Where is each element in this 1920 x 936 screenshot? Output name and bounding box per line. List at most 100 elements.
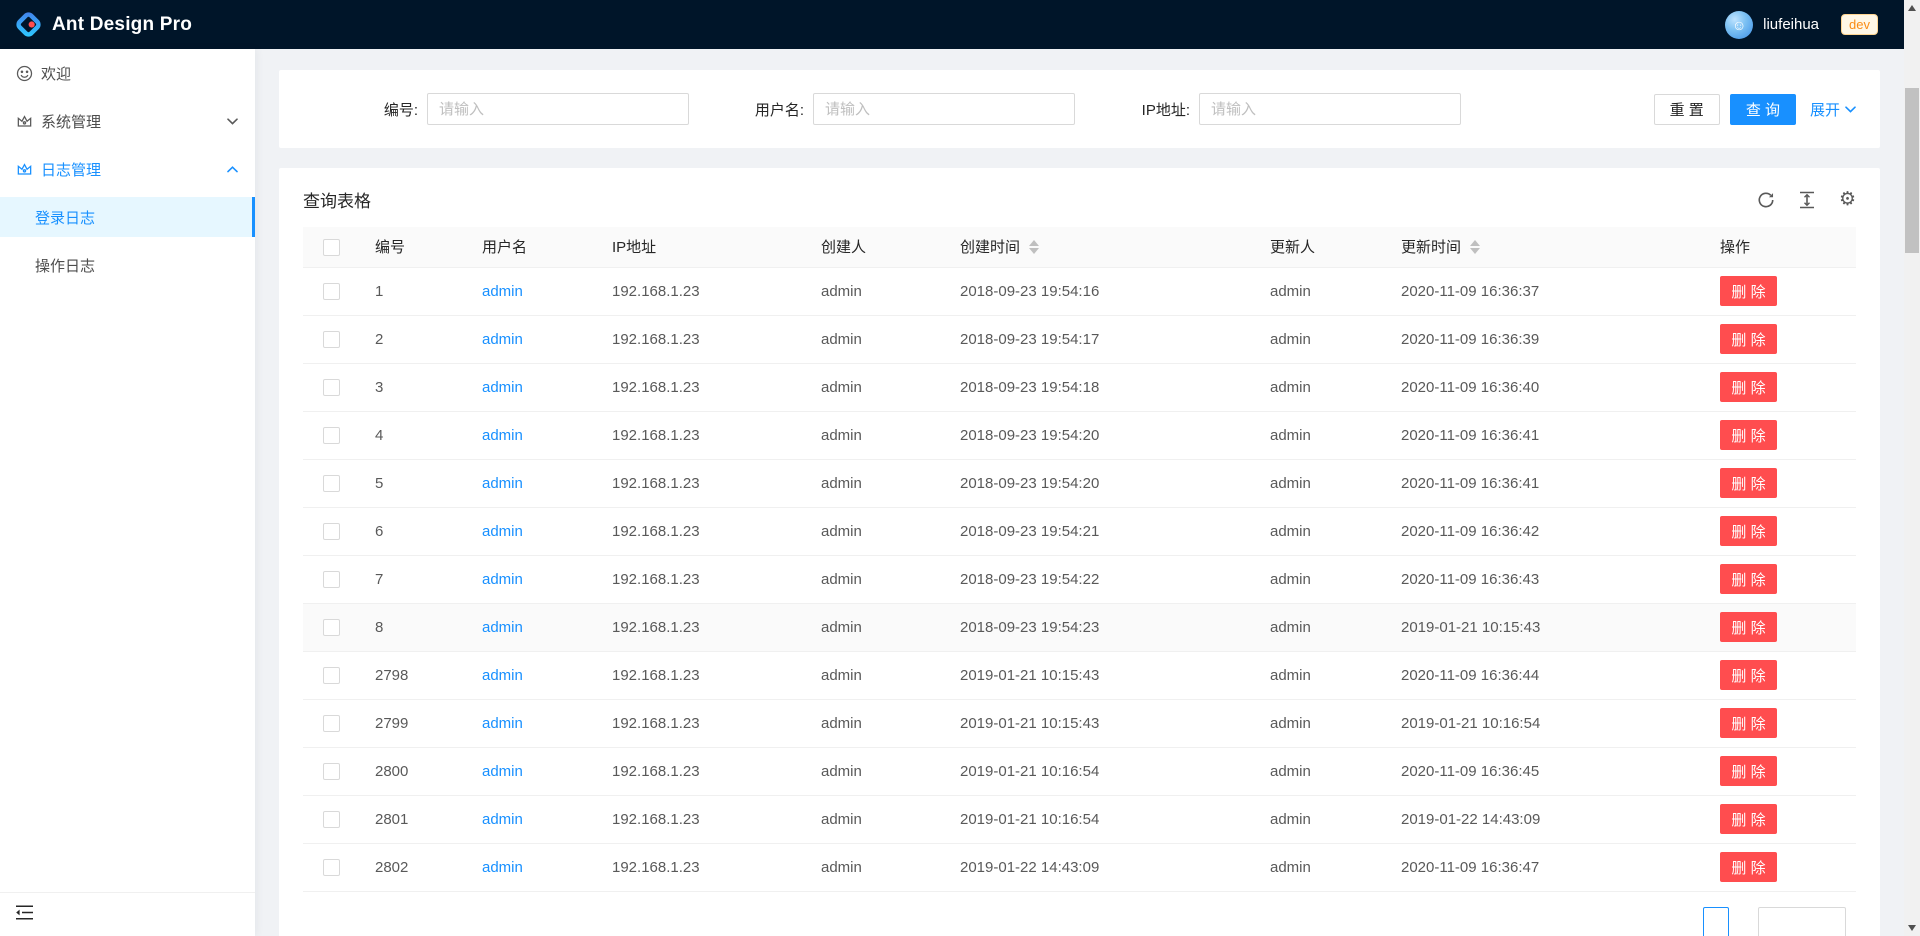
row-checkbox[interactable] xyxy=(323,475,340,492)
window-scrollbar xyxy=(1904,0,1920,936)
ip-input[interactable] xyxy=(1199,93,1461,125)
main-layout: 欢迎 系统管理 xyxy=(0,49,1904,936)
app-title: Ant Design Pro xyxy=(52,14,192,36)
cell-creator: admin xyxy=(805,363,944,411)
username-link[interactable]: admin xyxy=(482,619,523,636)
row-checkbox[interactable] xyxy=(323,331,340,348)
ant-design-logo-icon xyxy=(14,10,43,39)
cell-id: 1 xyxy=(359,267,466,315)
cell-ip: 192.168.1.23 xyxy=(596,795,805,843)
row-checkbox[interactable] xyxy=(323,283,340,300)
expand-toggle[interactable]: 展开 xyxy=(1810,99,1856,120)
username-link[interactable]: admin xyxy=(482,859,523,876)
column-header-created-sort[interactable]: 创建时间 xyxy=(960,236,1039,257)
delete-button[interactable]: 删 除 xyxy=(1720,756,1777,786)
cell-created-time: 2019-01-22 14:43:09 xyxy=(944,843,1254,891)
cell-creator: admin xyxy=(805,699,944,747)
username-link[interactable]: admin xyxy=(482,715,523,732)
reload-icon[interactable] xyxy=(1757,191,1775,209)
delete-button[interactable]: 删 除 xyxy=(1720,564,1777,594)
app-logo[interactable]: Ant Design Pro xyxy=(14,10,192,39)
scrollbar-up-arrow[interactable] xyxy=(1904,0,1920,16)
row-checkbox[interactable] xyxy=(323,619,340,636)
query-button[interactable]: 查 询 xyxy=(1730,94,1796,125)
delete-button[interactable]: 删 除 xyxy=(1720,660,1777,690)
row-checkbox[interactable] xyxy=(323,859,340,876)
cell-updater: admin xyxy=(1254,555,1385,603)
cell-creator: admin xyxy=(805,603,944,651)
cell-updater: admin xyxy=(1254,363,1385,411)
density-icon[interactable] xyxy=(1798,191,1816,209)
column-header-updated-sort[interactable]: 更新时间 xyxy=(1401,236,1480,257)
username-link[interactable]: admin xyxy=(482,763,523,780)
sidebar-item-log-management[interactable]: 日志管理 xyxy=(0,149,255,189)
row-checkbox[interactable] xyxy=(323,763,340,780)
pagination-page-1[interactable] xyxy=(1703,907,1729,936)
id-input[interactable] xyxy=(427,93,689,125)
username-link[interactable]: admin xyxy=(482,283,523,300)
delete-button[interactable]: 删 除 xyxy=(1720,276,1777,306)
delete-button[interactable]: 删 除 xyxy=(1720,372,1777,402)
reset-button[interactable]: 重 置 xyxy=(1654,94,1720,125)
username-link[interactable]: admin xyxy=(482,571,523,588)
scrollbar-thumb[interactable] xyxy=(1905,88,1919,253)
sidebar-item-login-log[interactable]: 登录日志 xyxy=(0,197,255,237)
username-input[interactable] xyxy=(813,93,1075,125)
row-checkbox[interactable] xyxy=(323,571,340,588)
username-link[interactable]: admin xyxy=(482,427,523,444)
delete-button[interactable]: 删 除 xyxy=(1720,516,1777,546)
row-checkbox[interactable] xyxy=(323,427,340,444)
sidebar-item-welcome[interactable]: 欢迎 xyxy=(0,53,255,93)
chevron-down-icon xyxy=(1845,106,1856,113)
username-link[interactable]: admin xyxy=(482,811,523,828)
sidebar-item-system-management[interactable]: 系统管理 xyxy=(0,101,255,141)
username-link[interactable]: admin xyxy=(482,475,523,492)
table-row: 7 admin 192.168.1.23 admin 2018-09-23 19… xyxy=(303,555,1856,603)
crown-icon xyxy=(16,113,38,130)
delete-button[interactable]: 删 除 xyxy=(1720,420,1777,450)
user-menu[interactable]: ☺ liufeihua dev xyxy=(1725,11,1878,39)
pagination-page-size-select[interactable] xyxy=(1758,907,1846,936)
expand-label: 展开 xyxy=(1810,99,1840,120)
cell-updated-time: 2020-11-09 16:36:39 xyxy=(1385,315,1704,363)
select-all-checkbox[interactable] xyxy=(323,239,340,256)
id-field-label: 编号: xyxy=(303,99,427,120)
menu-fold-icon xyxy=(15,905,34,924)
username-link[interactable]: admin xyxy=(482,331,523,348)
cell-updated-time: 2019-01-21 10:16:54 xyxy=(1385,699,1704,747)
delete-button[interactable]: 删 除 xyxy=(1720,324,1777,354)
username-link[interactable]: admin xyxy=(482,523,523,540)
table-card: 查询表格 ⚙ xyxy=(279,168,1880,936)
username-link[interactable]: admin xyxy=(482,667,523,684)
cell-ip: 192.168.1.23 xyxy=(596,507,805,555)
delete-button[interactable]: 删 除 xyxy=(1720,804,1777,834)
content-area: 编号: 用户名: IP地址: 重 置 查 询 展开 xyxy=(255,49,1904,936)
row-checkbox[interactable] xyxy=(323,379,340,396)
row-checkbox[interactable] xyxy=(323,811,340,828)
cell-created-time: 2018-09-23 19:54:21 xyxy=(944,507,1254,555)
row-checkbox[interactable] xyxy=(323,523,340,540)
user-avatar[interactable]: ☺ xyxy=(1725,11,1753,39)
sidebar-item-operation-log[interactable]: 操作日志 xyxy=(0,245,255,285)
delete-button[interactable]: 删 除 xyxy=(1720,468,1777,498)
delete-button[interactable]: 删 除 xyxy=(1720,612,1777,642)
cell-creator: admin xyxy=(805,507,944,555)
table-row: 3 admin 192.168.1.23 admin 2018-09-23 19… xyxy=(303,363,1856,411)
cell-updated-time: 2020-11-09 16:36:43 xyxy=(1385,555,1704,603)
cell-id: 8 xyxy=(359,603,466,651)
cell-updater: admin xyxy=(1254,699,1385,747)
row-checkbox[interactable] xyxy=(323,667,340,684)
user-name[interactable]: liufeihua xyxy=(1763,16,1819,33)
row-checkbox[interactable] xyxy=(323,715,340,732)
username-link[interactable]: admin xyxy=(482,379,523,396)
search-form-card: 编号: 用户名: IP地址: 重 置 查 询 展开 xyxy=(279,70,1880,148)
delete-button[interactable]: 删 除 xyxy=(1720,708,1777,738)
delete-button[interactable]: 删 除 xyxy=(1720,852,1777,882)
sidebar-collapse-trigger[interactable] xyxy=(0,892,255,936)
cell-id: 2801 xyxy=(359,795,466,843)
settings-gear-icon[interactable]: ⚙ xyxy=(1839,190,1856,209)
cell-ip: 192.168.1.23 xyxy=(596,555,805,603)
column-header-id: 编号 xyxy=(359,227,466,267)
ip-field-label: IP地址: xyxy=(1075,99,1199,120)
scrollbar-down-arrow[interactable] xyxy=(1904,920,1920,936)
